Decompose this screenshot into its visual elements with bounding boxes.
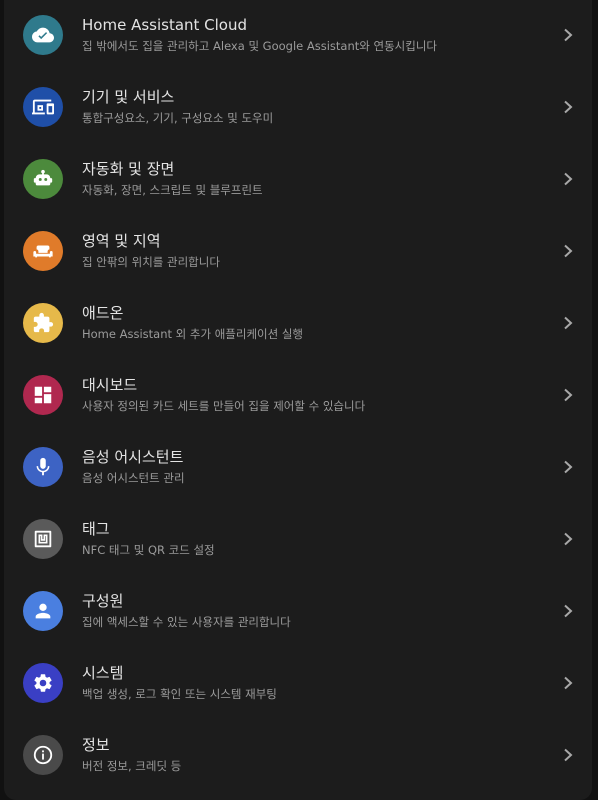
- menu-item-subtitle: 버전 정보, 크레딧 등: [82, 759, 182, 773]
- menu-item-subtitle: 집 안팎의 위치를 관리합니다: [82, 255, 220, 269]
- menu-item-icon-circle: [23, 87, 63, 127]
- menu-item-title: 대시보드: [82, 376, 138, 394]
- menu-item-icon-circle: [23, 15, 63, 55]
- menu-item-subtitle: 집에 액세스할 수 있는 사용자를 관리합니다: [82, 615, 291, 629]
- chevron-right-icon: [561, 243, 575, 259]
- chevron-right-icon: [561, 387, 575, 403]
- menu-item-icon-circle: [23, 735, 63, 775]
- menu-item-addons[interactable]: 애드온 Home Assistant 외 추가 애플리케이션 실행: [4, 288, 592, 360]
- menu-item-about[interactable]: 정보 버전 정보, 크레딧 등: [4, 720, 592, 792]
- menu-item-title: 영역 및 지역: [82, 232, 161, 250]
- menu-item-people[interactable]: 구성원 집에 액세스할 수 있는 사용자를 관리합니다: [4, 576, 592, 648]
- person-icon: [35, 603, 51, 619]
- menu-item-icon-circle: [23, 303, 63, 343]
- menu-item-home-assistant-cloud[interactable]: Home Assistant Cloud 집 밖에서도 집을 관리하고 Alex…: [4, 0, 592, 72]
- menu-item-subtitle: 사용자 정의된 카드 세트를 만들어 집을 제어할 수 있습니다: [82, 399, 366, 413]
- nfc-tag-icon: [34, 530, 52, 548]
- menu-item-title: 자동화 및 장면: [82, 160, 175, 178]
- menu-item-icon-circle: [23, 591, 63, 631]
- menu-item-title: 음성 어시스턴트: [82, 448, 184, 466]
- menu-item-subtitle: 통합구성요소, 기기, 구성요소 및 도우미: [82, 111, 274, 125]
- menu-item-subtitle: 자동화, 장면, 스크립트 및 블루프린트: [82, 183, 263, 197]
- menu-item-devices-services[interactable]: 기기 및 서비스 통합구성요소, 기기, 구성요소 및 도우미: [4, 72, 592, 144]
- sofa-icon: [33, 245, 53, 258]
- chevron-right-icon: [561, 27, 575, 43]
- menu-item-subtitle: Home Assistant 외 추가 애플리케이션 실행: [82, 327, 304, 341]
- menu-item-icon-circle: [23, 231, 63, 271]
- menu-item-title: 애드온: [82, 304, 124, 322]
- chevron-right-icon: [561, 747, 575, 763]
- menu-item-icon-circle: [23, 375, 63, 415]
- settings-menu-card: Home Assistant Cloud 집 밖에서도 집을 관리하고 Alex…: [4, 0, 592, 800]
- chevron-right-icon: [561, 315, 575, 331]
- menu-item-system[interactable]: 시스템 백업 생성, 로그 확인 또는 시스템 재부팅: [4, 648, 592, 720]
- menu-item-icon-circle: [23, 519, 63, 559]
- menu-item-subtitle: 집 밖에서도 집을 관리하고 Alexa 및 Google Assistant와…: [82, 39, 437, 53]
- chevron-right-icon: [561, 99, 575, 115]
- menu-item-title: Home Assistant Cloud: [82, 16, 248, 34]
- menu-item-title: 시스템: [82, 664, 124, 682]
- chevron-right-icon: [561, 171, 575, 187]
- gear-icon: [34, 674, 52, 692]
- cloud-icon: [32, 27, 54, 43]
- menu-item-subtitle: NFC 태그 및 QR 코드 설정: [82, 543, 215, 557]
- chevron-right-icon: [561, 459, 575, 475]
- puzzle-icon: [33, 312, 54, 333]
- info-icon: [33, 745, 53, 765]
- menu-item-title: 태그: [82, 520, 110, 538]
- menu-item-icon-circle: [23, 159, 63, 199]
- menu-item-title: 기기 및 서비스: [82, 88, 175, 106]
- menu-item-areas-zones[interactable]: 영역 및 지역 집 안팎의 위치를 관리합니다: [4, 216, 592, 288]
- chevron-right-icon: [561, 675, 575, 691]
- dashboard-icon: [34, 386, 52, 404]
- microphone-icon: [36, 457, 50, 476]
- chevron-right-icon: [561, 531, 575, 547]
- menu-item-automations-scenes[interactable]: 자동화 및 장면 자동화, 장면, 스크립트 및 블루프린트: [4, 144, 592, 216]
- menu-item-subtitle: 백업 생성, 로그 확인 또는 시스템 재부팅: [82, 687, 277, 701]
- menu-item-subtitle: 음성 어시스턴트 관리: [82, 471, 185, 485]
- menu-item-voice-assistants[interactable]: 음성 어시스턴트 음성 어시스턴트 관리: [4, 432, 592, 504]
- menu-item-tags[interactable]: 태그 NFC 태그 및 QR 코드 설정: [4, 504, 592, 576]
- devices-icon: [32, 99, 54, 115]
- chevron-right-icon: [561, 603, 575, 619]
- menu-item-icon-circle: [23, 663, 63, 703]
- menu-item-title: 구성원: [82, 592, 124, 610]
- menu-item-dashboards[interactable]: 대시보드 사용자 정의된 카드 세트를 만들어 집을 제어할 수 있습니다: [4, 360, 592, 432]
- menu-item-icon-circle: [23, 447, 63, 487]
- robot-icon: [33, 169, 53, 186]
- menu-item-title: 정보: [82, 736, 110, 754]
